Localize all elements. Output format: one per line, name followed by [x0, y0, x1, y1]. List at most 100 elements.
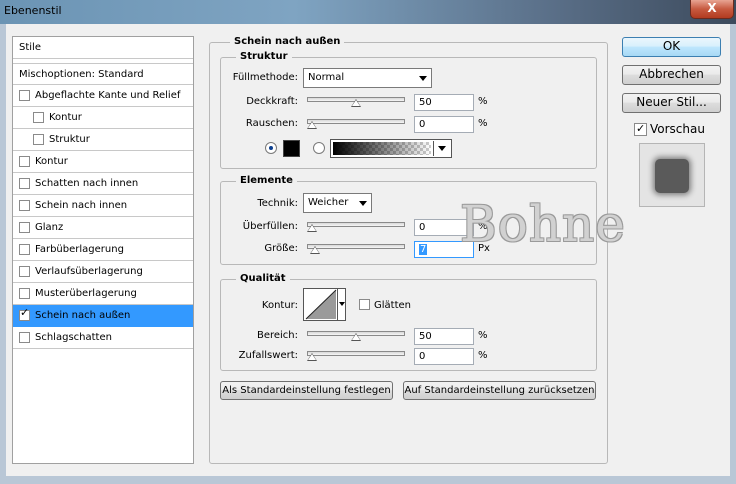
technique-select[interactable]: Weicher: [303, 193, 372, 213]
opacity-slider-thumb[interactable]: [351, 99, 361, 107]
antialias-checkbox[interactable]: [359, 299, 370, 310]
opacity-label: Deckkraft:: [246, 96, 298, 107]
style-item-checkbox[interactable]: ✓: [19, 306, 30, 321]
technique-value: Weicher: [308, 197, 349, 208]
size-value-selected: 7: [419, 244, 428, 255]
style-item-checkbox[interactable]: [19, 332, 30, 343]
noise-unit: %: [478, 118, 488, 129]
style-item-checkbox[interactable]: [19, 90, 30, 101]
style-item[interactable]: Verlaufsüberlagerung: [13, 261, 193, 283]
gradient-preview: [333, 142, 431, 155]
range-slider-thumb[interactable]: [351, 333, 361, 341]
contour-dropdown[interactable]: [337, 289, 345, 320]
gradient-radio[interactable]: [313, 142, 325, 154]
style-item-checkbox[interactable]: [33, 112, 44, 123]
quality-title: Qualität: [236, 273, 290, 285]
style-item[interactable]: Kontur: [13, 107, 193, 129]
styles-list: Stile Mischoptionen: Standard Abgeflacht…: [12, 36, 194, 464]
contour-label: Kontur:: [261, 300, 298, 311]
style-item[interactable]: Schatten nach innen: [13, 173, 193, 195]
style-item-checkbox[interactable]: [33, 134, 44, 145]
style-item-checkbox[interactable]: [19, 288, 30, 299]
preview-box: [639, 143, 705, 207]
new-style-button[interactable]: Neuer Stil...: [622, 93, 721, 113]
noise-slider-thumb[interactable]: [307, 121, 317, 129]
solid-color-radio[interactable]: [265, 142, 277, 154]
chevron-down-icon: [359, 201, 367, 206]
spread-slider-track[interactable]: [307, 222, 405, 227]
check-icon: ✓: [20, 306, 30, 319]
styles-list-header[interactable]: Stile: [13, 37, 193, 59]
style-item[interactable]: Kontur: [13, 151, 193, 173]
range-unit: %: [478, 330, 488, 341]
chevron-down-icon: [339, 302, 345, 306]
style-item-label: Schatten nach innen: [35, 178, 139, 189]
contour-picker[interactable]: [303, 288, 346, 321]
blend-mode-label: Füllmethode:: [232, 72, 298, 83]
style-item[interactable]: Schlagschatten: [13, 327, 193, 349]
style-item-checkbox[interactable]: [19, 222, 30, 233]
style-item-label: Kontur: [49, 112, 82, 123]
elements-title: Elemente: [236, 175, 297, 187]
style-item[interactable]: ✓ Schein nach außen: [13, 305, 193, 327]
window-frame-bottom: [0, 476, 736, 484]
style-item-label: Abgeflachte Kante und Relief: [35, 90, 181, 101]
range-input[interactable]: 50: [414, 328, 474, 345]
style-item-checkbox[interactable]: [19, 244, 30, 255]
style-item-label: Schlagschatten: [35, 332, 112, 343]
cancel-button[interactable]: Abbrechen: [622, 65, 721, 85]
structure-title: Struktur: [236, 51, 292, 63]
radio-dot: [269, 146, 273, 150]
blend-options-item[interactable]: Mischoptionen: Standard: [13, 63, 193, 85]
ok-button[interactable]: OK: [622, 37, 721, 57]
style-item-checkbox[interactable]: [19, 178, 30, 189]
style-item[interactable]: Abgeflachte Kante und Relief: [13, 85, 193, 107]
jitter-input[interactable]: 0: [414, 348, 474, 365]
gradient-picker[interactable]: [330, 139, 452, 158]
style-item-label: Kontur: [35, 156, 68, 167]
spread-slider-thumb[interactable]: [307, 224, 317, 232]
close-button[interactable]: X: [690, 0, 734, 19]
style-item[interactable]: Musterüberlagerung: [13, 283, 193, 305]
blend-options-label: Mischoptionen: Standard: [19, 69, 144, 80]
style-item-checkbox[interactable]: [19, 266, 30, 277]
jitter-slider-track[interactable]: [307, 351, 405, 356]
style-item[interactable]: Glanz: [13, 217, 193, 239]
noise-label: Rauschen:: [245, 118, 298, 129]
noise-slider-track[interactable]: [307, 119, 405, 124]
make-default-button[interactable]: Als Standardeinstellung festlegen: [220, 381, 393, 400]
style-item-label: Glanz: [35, 222, 64, 233]
jitter-label: Zufallswert:: [238, 350, 298, 361]
close-icon: X: [707, 1, 717, 15]
range-label: Bereich:: [256, 330, 298, 341]
preview-checkbox[interactable]: ✓: [634, 123, 647, 136]
style-item[interactable]: Farbüberlagerung: [13, 239, 193, 261]
reset-default-button[interactable]: Auf Standardeinstellung zurücksetzen: [403, 381, 596, 400]
preview-swatch: [655, 159, 689, 193]
size-label: Größe:: [264, 243, 298, 254]
size-slider-thumb[interactable]: [309, 246, 320, 254]
title-bar: [0, 0, 736, 24]
window-title: Ebenenstil: [4, 4, 62, 17]
style-item-label: Schein nach innen: [35, 200, 128, 211]
glow-color-swatch[interactable]: [283, 140, 300, 157]
blend-mode-select[interactable]: Normal: [303, 68, 432, 88]
jitter-unit: %: [478, 350, 488, 361]
style-item-label: Farbüberlagerung: [35, 244, 124, 255]
style-item-checkbox[interactable]: [19, 200, 30, 211]
spread-label: Überfüllen:: [242, 221, 298, 232]
check-icon: ✓: [636, 122, 646, 135]
style-item[interactable]: Schein nach innen: [13, 195, 193, 217]
style-item-checkbox[interactable]: [19, 156, 30, 167]
style-item-label: Struktur: [49, 134, 90, 145]
blend-mode-value: Normal: [308, 72, 345, 83]
opacity-input[interactable]: 50: [414, 94, 474, 111]
size-slider-track[interactable]: [307, 244, 405, 249]
antialias-label: Glätten: [374, 300, 411, 311]
noise-input[interactable]: 0: [414, 116, 474, 133]
gradient-dropdown[interactable]: [433, 141, 450, 156]
preview-label: Vorschau: [650, 122, 705, 136]
jitter-slider-thumb[interactable]: [307, 353, 317, 361]
chevron-down-icon: [419, 76, 427, 81]
style-item[interactable]: Struktur: [13, 129, 193, 151]
